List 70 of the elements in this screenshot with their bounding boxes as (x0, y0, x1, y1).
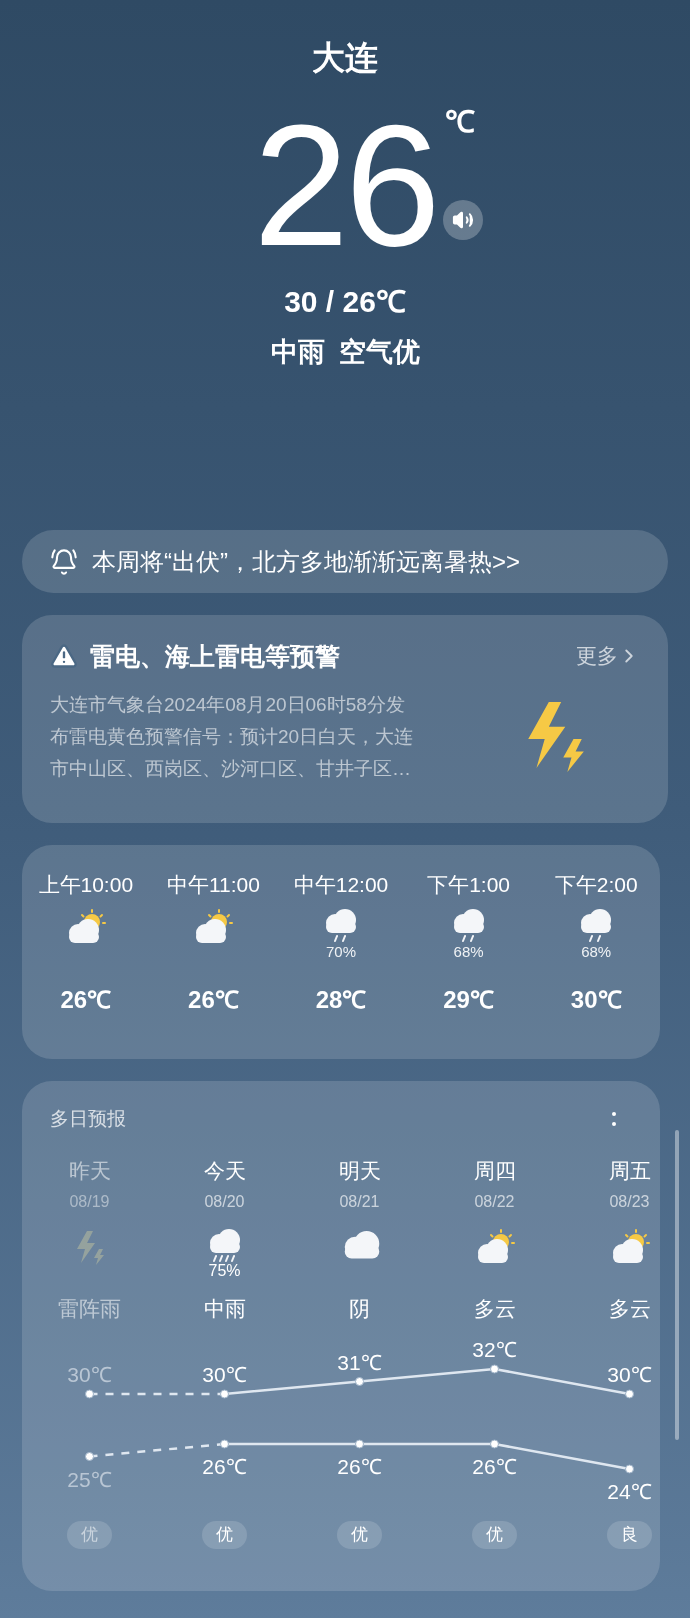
hour-temperature: 29℃ (443, 985, 494, 1015)
temperature-label: 30℃ (67, 1363, 112, 1386)
temperature-label: 32℃ (472, 1338, 517, 1361)
data-point (490, 1364, 499, 1374)
data-point (625, 1464, 634, 1474)
day-condition: 多云 (473, 1296, 516, 1322)
temperature-unit: ℃ (444, 104, 475, 140)
air-quality-badge: 优 (202, 1521, 247, 1549)
data-point (85, 1452, 94, 1461)
rain-chance: 68% (581, 943, 612, 961)
temperature-label: 26℃ (472, 1455, 517, 1478)
air-quality: 空气优 (338, 336, 420, 369)
day-date: 08/22 (474, 1192, 515, 1212)
hour-temperature: 30℃ (570, 985, 622, 1015)
speaker-icon (451, 209, 474, 231)
hour-temperature: 28℃ (315, 985, 367, 1015)
temperature-label: 30℃ (202, 1363, 247, 1386)
day-name: 明天 (338, 1158, 381, 1184)
temperature-label: 25℃ (67, 1467, 112, 1491)
city-name: 大连 (312, 38, 378, 78)
rain-chance: 70% (325, 943, 356, 961)
news-banner[interactable]: 本周将“出伏”，北方多地渐渐远离暑热>> (22, 530, 668, 593)
air-quality-badge: 优 (67, 1521, 112, 1549)
warning-icon (50, 642, 78, 670)
day-condition: 中雨 (203, 1296, 246, 1322)
temperature-label: 31℃ (337, 1350, 382, 1374)
day-date: 08/23 (609, 1192, 650, 1212)
day-condition: 雷阵雨 (58, 1296, 121, 1322)
weather-condition: 中雨 (270, 336, 325, 369)
section-title: 多日预报 (50, 1106, 126, 1131)
day-name: 昨天 (68, 1158, 111, 1184)
data-point (355, 1377, 364, 1386)
temperature-label: 26℃ (202, 1455, 247, 1478)
rain-chance: 68% (453, 943, 484, 961)
hour-time: 下午1:00 (427, 872, 511, 898)
hour-time: 中午12:00 (293, 872, 389, 898)
alert-title: 雷电、海上雷电等预警 (90, 641, 340, 672)
day-date: 08/21 (339, 1192, 380, 1212)
data-point (85, 1389, 94, 1399)
alert-description: 大连市气象台2024年08月20日06时58分发 布雷电黄色预警信号：预计20日白天，大连 市中山区、西岗区、沙河口区、甘井子区… (50, 693, 415, 781)
air-quality-badge: 优 (337, 1521, 382, 1549)
sound-button[interactable] (442, 200, 483, 240)
data-point (490, 1439, 499, 1449)
data-point (625, 1389, 634, 1399)
current-temperature: 26 (253, 100, 437, 270)
day-condition: 阴 (349, 1296, 370, 1322)
hour-time: 上午10:00 (38, 872, 134, 898)
day-condition: 多云 (608, 1296, 651, 1322)
temperature-label: 24℃ (607, 1480, 652, 1503)
day-name: 今天 (203, 1158, 246, 1184)
hour-temperature: 26℃ (60, 985, 112, 1015)
air-quality-badge: 优 (472, 1521, 517, 1549)
more-link[interactable]: 更多 (576, 640, 640, 672)
bell-icon (50, 547, 78, 576)
hour-temperature: 26℃ (188, 985, 239, 1015)
air-quality-badge: 良 (607, 1521, 652, 1549)
data-point (355, 1439, 364, 1449)
data-point (220, 1439, 229, 1449)
hour-time: 下午2:00 (554, 872, 638, 898)
rain-chance: 75% (208, 1263, 241, 1279)
temperature-label: 26℃ (337, 1455, 382, 1478)
alert-card[interactable]: 雷电、海上雷电等预警 更多 大连市气象台2024年08月20日06时58分发 布雷电黄色预警信号：预计20日白天，大连 市中山区、西岗区、沙河口区、甘井子区… (22, 615, 668, 823)
day-name: 周五 (608, 1158, 651, 1184)
temperature-range: 30 / 26℃ (284, 284, 406, 320)
hour-time: 中午11:00 (166, 872, 260, 898)
day-date: 08/19 (69, 1192, 110, 1212)
data-point (220, 1389, 229, 1399)
day-name: 周四 (473, 1158, 516, 1184)
temperature-label: 30℃ (607, 1363, 652, 1386)
day-date: 08/20 (204, 1192, 245, 1212)
